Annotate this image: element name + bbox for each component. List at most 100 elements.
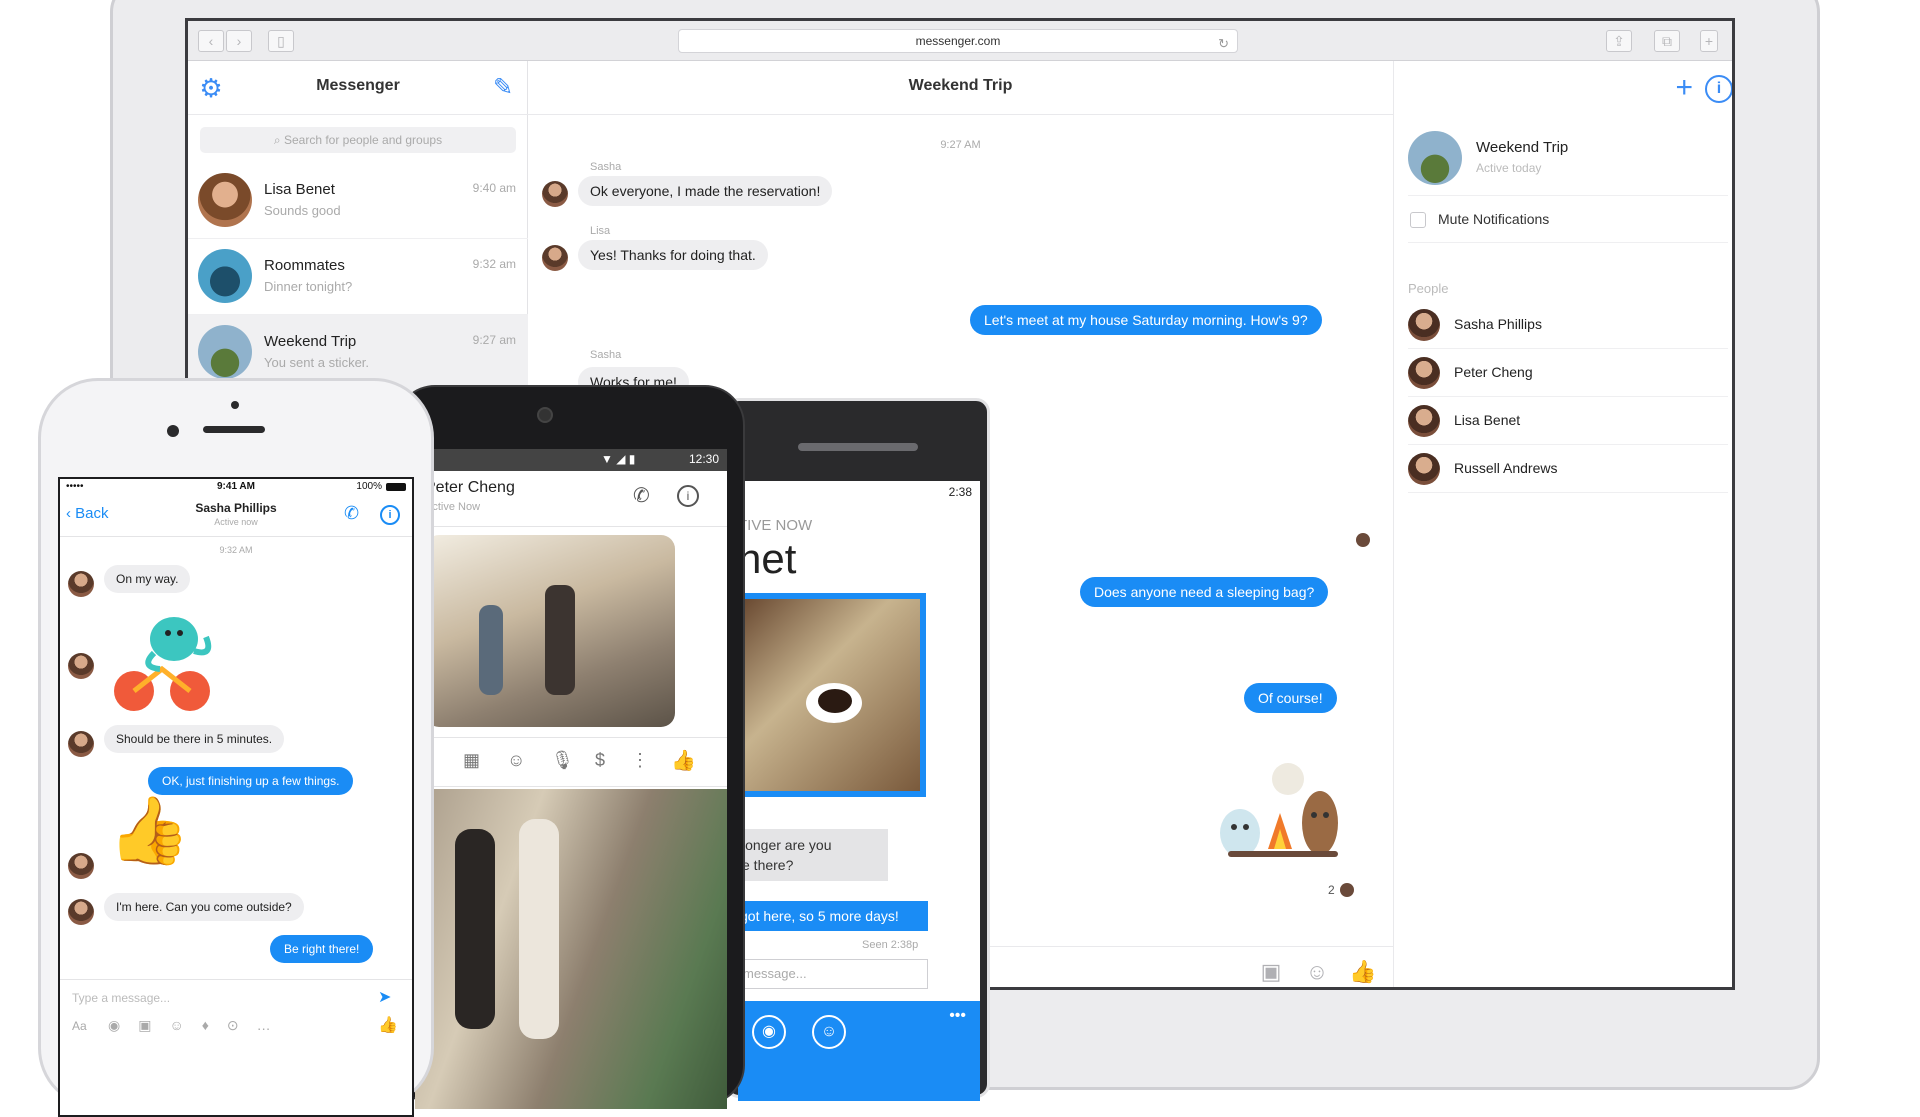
- like-sticker: 👍: [108, 793, 191, 867]
- search-input[interactable]: ⌕ Search for people and groups: [200, 127, 516, 153]
- avatar: [68, 653, 94, 679]
- info-icon[interactable]: i: [380, 505, 400, 525]
- payment-icon[interactable]: $: [595, 750, 605, 771]
- info-icon[interactable]: i: [677, 485, 699, 507]
- browser-toolbar: ‹ › ▯ messenger.com ↻ ⇪ ⧉ +: [188, 21, 1732, 61]
- new-tab-icon[interactable]: +: [1700, 30, 1718, 52]
- mute-notifications-row[interactable]: Mute Notifications: [1408, 195, 1728, 243]
- campfire-sticker: [1220, 763, 1338, 857]
- image-icon[interactable]: ▣: [1248, 959, 1294, 985]
- avatar: [68, 899, 94, 925]
- coffee: [818, 689, 852, 713]
- like-icon[interactable]: 👍: [378, 1015, 398, 1035]
- emoji-icon[interactable]: ☺: [812, 1015, 846, 1049]
- android-screen: ▼ ◢ ▮ 12:30 Peter Cheng Active Now ✆ i ▦…: [415, 449, 727, 1109]
- seen-by-indicator: 2: [1328, 883, 1335, 897]
- emoji-icon[interactable]: ☺: [169, 1017, 201, 1033]
- phone-icon[interactable]: ✆: [633, 483, 650, 508]
- shared-photo: [738, 593, 926, 797]
- shared-photo: [415, 789, 727, 1109]
- battery-icon: [386, 483, 406, 491]
- avatar: [68, 731, 94, 757]
- forward-arrow-icon[interactable]: ›: [226, 30, 252, 52]
- message-input[interactable]: message...: [738, 959, 928, 989]
- octopus-bike-sticker: [114, 617, 212, 711]
- message-sender: Sasha: [590, 161, 622, 173]
- chat-header: Weekend Trip: [528, 61, 1393, 115]
- composer-toolbar: ▣ ☺ 👍: [1248, 959, 1386, 985]
- person-silhouette: [479, 605, 503, 695]
- more-icon[interactable]: ⋮: [631, 750, 649, 771]
- speaker-grille: [798, 443, 918, 451]
- emoji-icon[interactable]: ☺: [1294, 959, 1340, 985]
- address-bar[interactable]: messenger.com ↻: [678, 29, 1238, 53]
- avatar: [1408, 405, 1440, 437]
- back-arrow-icon[interactable]: ‹: [198, 30, 224, 52]
- microphone-icon[interactable]: 🎙: [551, 750, 574, 771]
- app-title: Messenger: [316, 77, 400, 94]
- sidebar-header: ⚙ Messenger ✎: [188, 61, 528, 115]
- proximity-sensor: [231, 401, 239, 409]
- message-bubble-outgoing: Of course!: [1244, 683, 1337, 713]
- app-bar: ◉ ☺ •••: [738, 1001, 980, 1101]
- person-item[interactable]: Russell Andrews: [1408, 445, 1728, 493]
- chat-timestamp: 9:27 AM: [940, 139, 981, 151]
- location-icon[interactable]: ⊙: [227, 1017, 257, 1033]
- person-item[interactable]: Peter Cheng: [1408, 349, 1728, 397]
- avatar: [198, 325, 252, 379]
- person-item[interactable]: Lisa Benet: [1408, 397, 1728, 445]
- mute-checkbox[interactable]: [1410, 212, 1426, 228]
- conversation-time: 9:40 am: [472, 181, 516, 195]
- conversation-item[interactable]: Lisa Benet Sounds good 9:40 am: [188, 163, 528, 239]
- read-receipt-avatar: [1340, 883, 1354, 897]
- compose-icon[interactable]: ✎: [488, 73, 518, 103]
- group-status: Active today: [1476, 161, 1542, 175]
- camera-icon[interactable]: ◉: [752, 1015, 786, 1049]
- tabs-icon[interactable]: ⧉: [1654, 30, 1680, 52]
- conversation-header: Peter Cheng Active Now ✆ i: [415, 471, 727, 527]
- search-placeholder: Search for people and groups: [283, 133, 443, 147]
- conversation-name: Lisa Benet: [264, 181, 335, 198]
- avatar: [1408, 357, 1440, 389]
- contact-name: Sasha Phillips: [195, 501, 277, 515]
- seen-label: Seen 2:38p: [862, 939, 919, 951]
- android-phone: ▼ ◢ ▮ 12:30 Peter Cheng Active Now ✆ i ▦…: [395, 385, 745, 1109]
- reload-icon[interactable]: ↻: [1218, 33, 1229, 55]
- phone-icon[interactable]: ✆: [344, 503, 359, 524]
- send-icon[interactable]: ➤: [378, 987, 391, 1007]
- battery-percent: 100%: [356, 481, 382, 492]
- avatar: [198, 249, 252, 303]
- conversation-preview: Sounds good: [264, 203, 341, 218]
- image-icon[interactable]: ▣: [138, 1017, 169, 1033]
- emoji-icon[interactable]: ☺: [507, 750, 525, 771]
- message-input[interactable]: Type a message...: [72, 991, 170, 1005]
- info-icon[interactable]: i: [1705, 75, 1732, 103]
- person-name: Lisa Benet: [1454, 412, 1521, 428]
- conversation-item[interactable]: Roommates Dinner tonight? 9:32 am: [188, 239, 528, 315]
- search-icon: ⌕: [273, 133, 284, 147]
- text-format-button[interactable]: Aa: [72, 1019, 87, 1033]
- add-people-icon[interactable]: +: [1675, 73, 1693, 103]
- person-item[interactable]: Sasha Phillips: [1408, 301, 1728, 349]
- front-camera: [167, 425, 179, 437]
- person-silhouette: [519, 819, 559, 1039]
- like-icon[interactable]: 👍: [671, 748, 696, 773]
- more-icon[interactable]: …: [257, 1017, 289, 1033]
- sidebar-toggle-icon[interactable]: ▯: [268, 30, 294, 52]
- share-icon[interactable]: ⇪: [1606, 30, 1632, 52]
- message-bubble-outgoing: Let's meet at my house Saturday morning.…: [970, 305, 1322, 335]
- iphone: ••••• 9:41 AM 100% ‹ Back Sasha Phillips…: [38, 378, 434, 1117]
- person-silhouette: [545, 585, 575, 695]
- conversation-time: 9:27 am: [472, 333, 516, 347]
- avatar: [1408, 453, 1440, 485]
- avatar: [542, 245, 568, 271]
- more-icon[interactable]: •••: [949, 1007, 966, 1025]
- like-icon[interactable]: 👍: [1340, 959, 1386, 985]
- camera-icon[interactable]: ◉: [108, 1017, 138, 1033]
- conversation-name: Weekend Trip: [264, 333, 357, 350]
- microphone-icon[interactable]: ♦: [202, 1017, 227, 1033]
- image-icon[interactable]: ▦: [463, 750, 480, 771]
- person-name: Peter Cheng: [1454, 364, 1533, 380]
- earpiece-speaker: [203, 426, 265, 433]
- chat-timestamp: 9:32 AM: [219, 545, 253, 555]
